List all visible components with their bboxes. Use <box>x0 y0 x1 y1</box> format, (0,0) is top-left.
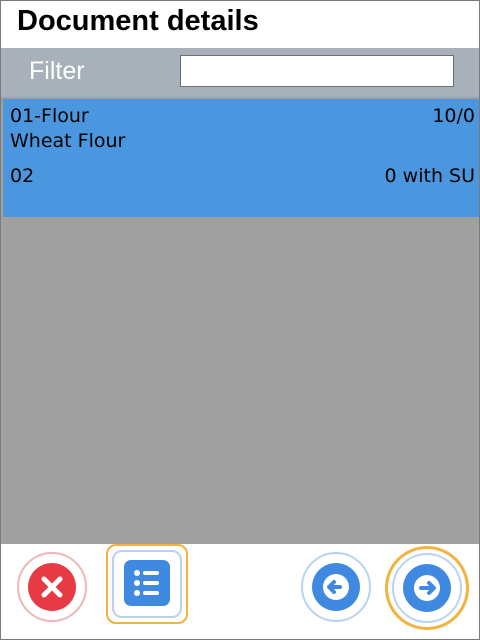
item-sub-code: 02 <box>10 165 35 187</box>
back-button[interactable] <box>301 552 371 622</box>
item-su-text: 0 with SU <box>384 165 475 187</box>
item-code-name: 01-Flour <box>10 105 89 127</box>
close-button[interactable] <box>17 552 87 622</box>
back-button-face <box>312 563 360 611</box>
next-button[interactable] <box>392 553 462 623</box>
next-button-focus <box>385 546 469 630</box>
list-item[interactable]: 01-Flour 10/0 Wheat Flour 02 0 with SU <box>3 99 479 217</box>
next-button-face <box>403 564 451 612</box>
filter-input[interactable] <box>180 55 454 87</box>
item-description: Wheat Flour <box>10 130 126 152</box>
title-bar: Document details <box>1 1 479 48</box>
filter-bar: Filter <box>1 48 479 97</box>
page-title: Document details <box>17 5 259 37</box>
bottom-toolbar <box>1 544 479 639</box>
filter-label: Filter <box>29 57 85 85</box>
close-icon <box>41 576 63 598</box>
close-button-face <box>28 563 76 611</box>
arrow-left-icon <box>323 574 349 600</box>
list-view-button[interactable] <box>106 544 188 624</box>
item-list[interactable]: 01-Flour 10/0 Wheat Flour 02 0 with SU <box>1 97 479 544</box>
arrow-right-icon <box>414 575 440 601</box>
item-quantity: 10/0 <box>432 105 475 127</box>
list-icon <box>134 570 159 596</box>
list-view-button-face <box>124 560 170 606</box>
